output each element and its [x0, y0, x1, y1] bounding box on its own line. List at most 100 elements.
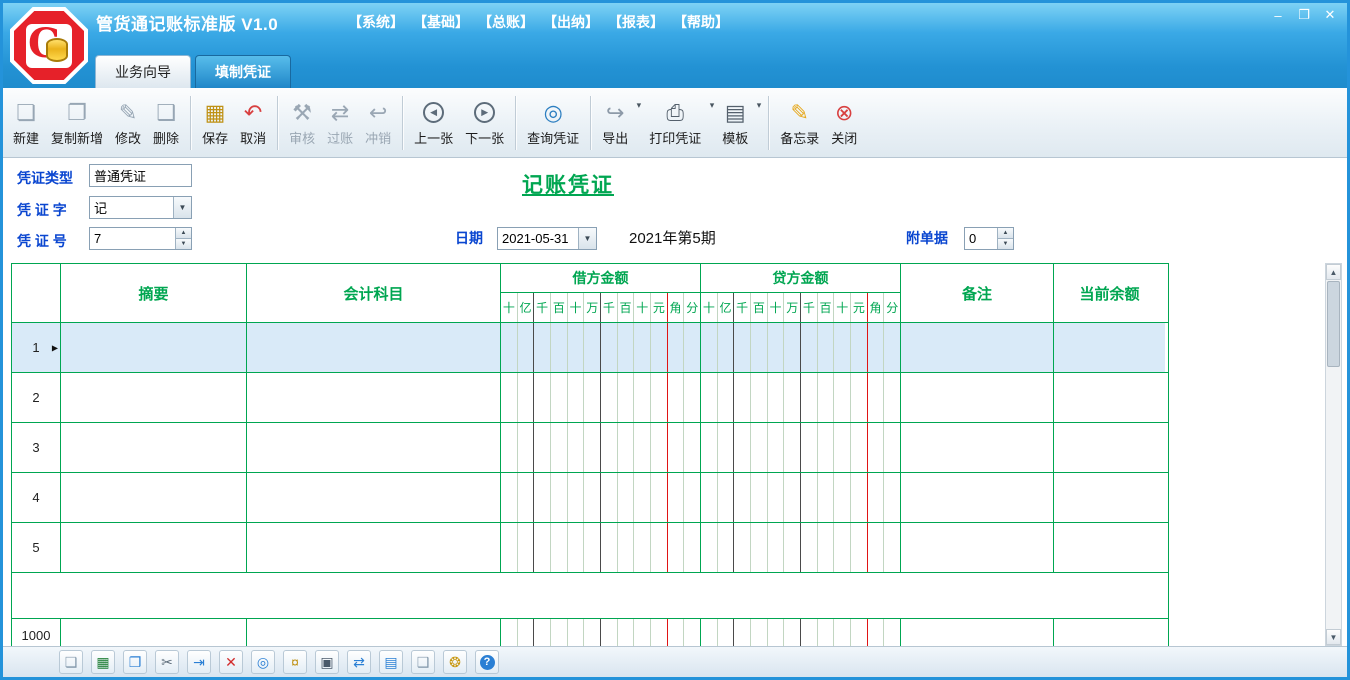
- summary-cell[interactable]: [61, 523, 247, 572]
- attach-doc-down-icon[interactable]: ▼: [998, 239, 1013, 249]
- menu-bar: 【系统】【基础】【总账】【出纳】【报表】【帮助】: [348, 12, 729, 32]
- credit-amount-cell[interactable]: [701, 473, 901, 522]
- row-number: 2: [32, 390, 39, 405]
- summary-cell[interactable]: [61, 473, 247, 522]
- export-button[interactable]: ↪▾导出: [596, 91, 643, 155]
- save-button[interactable]: ▦保存: [196, 91, 234, 155]
- cut-row-button[interactable]: ✂: [155, 650, 179, 674]
- scroll-down-button[interactable]: ▼: [1326, 629, 1341, 645]
- query-voucher-button[interactable]: ◎查询凭证: [521, 91, 585, 155]
- remark-cell[interactable]: [901, 373, 1054, 422]
- template-button[interactable]: ▤▾模板: [716, 91, 763, 155]
- coins-button[interactable]: ❂: [443, 650, 467, 674]
- voucher-word-dropdown-icon[interactable]: ▼: [173, 197, 191, 218]
- excel-export-button[interactable]: ▦: [91, 650, 115, 674]
- close-voucher-button[interactable]: ⊗关闭: [825, 91, 863, 155]
- digit-cell: [734, 323, 751, 372]
- voucher-type-input[interactable]: [89, 164, 192, 187]
- scroll-thumb[interactable]: [1327, 281, 1340, 367]
- vertical-scrollbar[interactable]: ▲ ▼: [1325, 263, 1342, 646]
- digit-cell: [734, 373, 751, 422]
- voucher-no-up-icon[interactable]: ▲: [176, 228, 191, 239]
- scroll-up-button[interactable]: ▲: [1326, 264, 1341, 280]
- debit-amount-cell[interactable]: [501, 423, 701, 472]
- menu-item[interactable]: 【帮助】: [673, 12, 729, 32]
- page-edit-button[interactable]: ❏: [59, 650, 83, 674]
- copy-pages-button[interactable]: ❑: [411, 650, 435, 674]
- balance-cell[interactable]: [1054, 423, 1165, 472]
- credit-amount-cell[interactable]: [701, 523, 901, 572]
- currency-button[interactable]: ¤: [283, 650, 307, 674]
- menu-item[interactable]: 【系统】: [348, 12, 404, 32]
- audit-button[interactable]: ⚒审核: [283, 91, 321, 155]
- modify-button[interactable]: ✎修改: [109, 91, 147, 155]
- insert-row-button[interactable]: ⇥: [187, 650, 211, 674]
- balance-cell[interactable]: [1054, 373, 1165, 422]
- dropdown-arrow-icon[interactable]: ▾: [757, 100, 762, 111]
- new-button[interactable]: ❏新建: [7, 91, 45, 155]
- account-cell[interactable]: [247, 323, 501, 372]
- balance-cell[interactable]: [1054, 473, 1165, 522]
- balance-cell[interactable]: [1054, 523, 1165, 572]
- delete-row-button[interactable]: ✕: [219, 650, 243, 674]
- voucher-no-spinner[interactable]: 7 ▲ ▼: [89, 227, 192, 250]
- digit-cell: [601, 473, 618, 522]
- date-dropdown-icon[interactable]: ▼: [578, 228, 596, 249]
- minimize-button[interactable]: –: [1265, 6, 1291, 24]
- table-view-button[interactable]: ▤: [379, 650, 403, 674]
- restore-button[interactable]: ❐: [1291, 6, 1317, 24]
- debit-amount-cell[interactable]: [501, 523, 701, 572]
- next-voucher-button[interactable]: ▶下一张: [459, 91, 510, 155]
- summary-cell[interactable]: [61, 423, 247, 472]
- account-cell[interactable]: [247, 523, 501, 572]
- voucher-word-select[interactable]: 记 ▼: [89, 196, 192, 219]
- menu-item[interactable]: 【出纳】: [543, 12, 599, 32]
- debit-amount-cell[interactable]: [501, 323, 701, 372]
- menu-item[interactable]: 【总账】: [478, 12, 534, 32]
- reverse-button[interactable]: ↩冲销: [359, 91, 397, 155]
- debit-amount-cell[interactable]: [501, 473, 701, 522]
- balance-cell[interactable]: [1054, 323, 1165, 372]
- attach-doc-up-icon[interactable]: ▲: [998, 228, 1013, 239]
- account-cell[interactable]: [247, 473, 501, 522]
- refresh-button[interactable]: ⇄: [347, 650, 371, 674]
- remark-cell[interactable]: [901, 323, 1054, 372]
- date-select[interactable]: 2021-05-31 ▼: [497, 227, 597, 250]
- print-voucher-button[interactable]: ⎙▾打印凭证: [643, 91, 716, 155]
- row-number-cell: 3: [12, 423, 61, 472]
- debit-amount-cell[interactable]: [501, 373, 701, 422]
- voucher-no-down-icon[interactable]: ▼: [176, 239, 191, 249]
- post-button[interactable]: ⇄过账: [321, 91, 359, 155]
- attach-doc-spinner[interactable]: 0 ▲ ▼: [964, 227, 1014, 250]
- cancel-button[interactable]: ↶取消: [234, 91, 272, 155]
- remark-cell[interactable]: [901, 423, 1054, 472]
- credit-amount-cell[interactable]: [701, 373, 901, 422]
- search-button[interactable]: ◎: [251, 650, 275, 674]
- summary-cell[interactable]: [61, 323, 247, 372]
- remark-cell[interactable]: [901, 523, 1054, 572]
- dropdown-arrow-icon[interactable]: ▾: [637, 100, 642, 111]
- dropdown-arrow-icon[interactable]: ▾: [710, 100, 715, 111]
- account-cell[interactable]: [247, 373, 501, 422]
- remark-cell[interactable]: [901, 473, 1054, 522]
- prev-voucher-button[interactable]: ◀上一张: [408, 91, 459, 155]
- help-button[interactable]: ?: [475, 650, 499, 674]
- menu-item[interactable]: 【基础】: [413, 12, 469, 32]
- copy-new-button[interactable]: ❐复制新增: [45, 91, 109, 155]
- tab-fill-voucher[interactable]: 填制凭证: [195, 55, 291, 88]
- digit-cell: [884, 373, 900, 422]
- summary-cell[interactable]: [61, 373, 247, 422]
- credit-amount-cell[interactable]: [701, 423, 901, 472]
- doc-export-button[interactable]: ❐: [123, 650, 147, 674]
- close-button[interactable]: ✕: [1317, 6, 1343, 24]
- archive-button[interactable]: ▣: [315, 650, 339, 674]
- account-cell[interactable]: [247, 423, 501, 472]
- credit-amount-cell[interactable]: [701, 323, 901, 372]
- page-edit-icon: ❏: [65, 655, 78, 669]
- memo-button[interactable]: ✎备忘录: [774, 91, 825, 155]
- digit-cell: [501, 523, 518, 572]
- tab-business-wizard[interactable]: 业务向导: [95, 55, 191, 88]
- menu-item[interactable]: 【报表】: [608, 12, 664, 32]
- delete-button[interactable]: ❑删除: [147, 91, 185, 155]
- digit-header-row: 十亿千百十万千百十元角分: [701, 293, 900, 322]
